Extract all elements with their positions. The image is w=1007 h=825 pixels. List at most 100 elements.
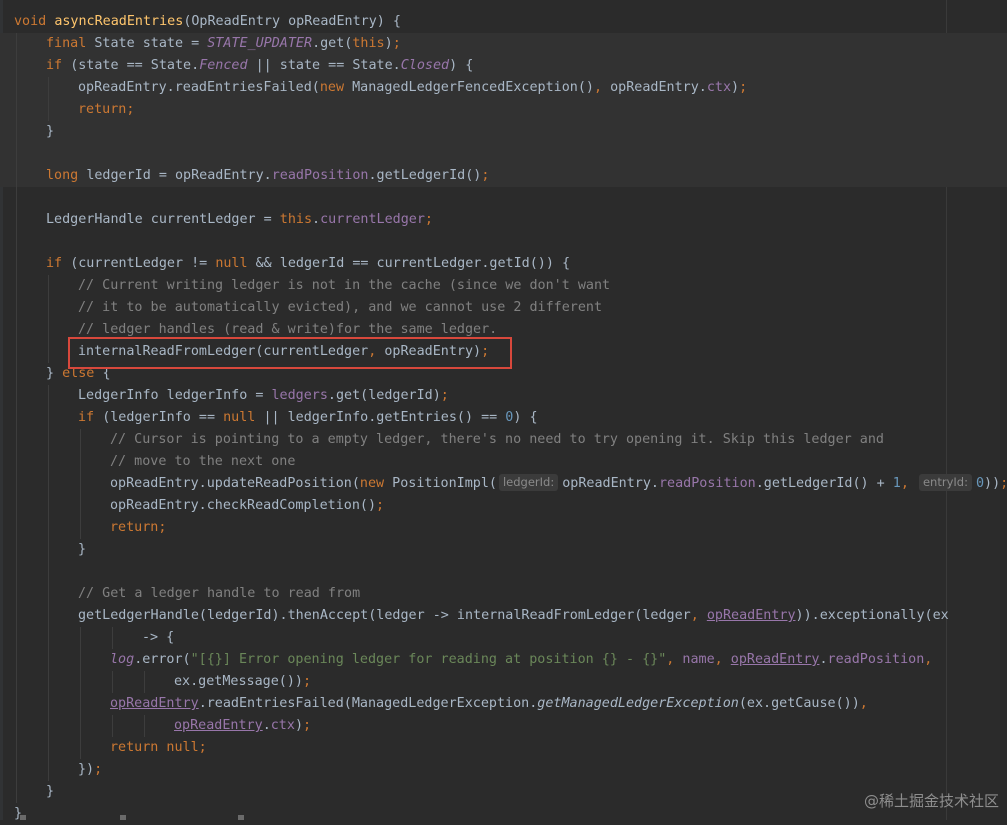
cutoff-glyph: [238, 815, 244, 820]
code-line[interactable]: return null;: [0, 737, 1007, 759]
indent-guide: [112, 671, 113, 693]
code-token: new: [319, 80, 353, 95]
code-line[interactable]: return;: [0, 99, 1007, 121]
indent-guide: [16, 77, 17, 99]
code-line[interactable]: // Get a ledger handle to read from: [0, 583, 1007, 605]
code-line[interactable]: final State state = STATE_UPDATER.get(th…: [0, 33, 1007, 55]
code-token: ctx: [270, 718, 295, 733]
code-line[interactable]: }: [0, 803, 1007, 825]
code-line[interactable]: opReadEntry.readEntriesFailed(new Manage…: [0, 77, 1007, 99]
code-text: LedgerHandle currentLedger = this.curren…: [46, 209, 433, 231]
indent-guide: [48, 451, 49, 473]
code-line[interactable]: // ledger handles (read & write)for the …: [0, 319, 1007, 341]
code-line[interactable]: [0, 187, 1007, 209]
code-token: .: [819, 652, 828, 667]
cutoff-glyph: [120, 815, 126, 820]
code-text: if (state == State.Fenced || state == St…: [46, 55, 473, 77]
code-line[interactable]: // move to the next one: [0, 451, 1007, 473]
code-line[interactable]: [0, 561, 1007, 583]
indent-guide: [16, 385, 17, 407]
code-token: return;: [78, 102, 135, 117]
indent-guide: [48, 297, 49, 319]
code-token: ;: [94, 762, 103, 777]
indent-guide: [48, 429, 49, 451]
code-line[interactable]: ex.getMessage());: [0, 671, 1007, 693]
code-token: (state == State.: [70, 58, 200, 73]
code-token: void: [14, 14, 55, 29]
code-line[interactable]: opReadEntry.checkReadCompletion();: [0, 495, 1007, 517]
code-token: new: [359, 476, 393, 491]
code-text: // ledger handles (read & write)for the …: [78, 319, 497, 341]
code-text: log.error("[{}] Error opening ledger for…: [110, 649, 932, 671]
indent-guide: [80, 671, 81, 693]
indent-guide: [48, 759, 49, 781]
indent-guide: [112, 715, 113, 737]
code-line[interactable]: LedgerInfo ledgerInfo = ledgers.get(ledg…: [0, 385, 1007, 407]
code-token: }: [78, 542, 87, 557]
code-text: void asyncReadEntries(OpReadEntry opRead…: [14, 11, 401, 33]
code-line[interactable]: void asyncReadEntries(OpReadEntry opRead…: [0, 11, 1007, 33]
indent-guide: [48, 737, 49, 759]
code-line[interactable]: LedgerHandle currentLedger = this.curren…: [0, 209, 1007, 231]
code-line[interactable]: }: [0, 781, 1007, 803]
code-line[interactable]: [0, 143, 1007, 165]
indent-guide: [16, 561, 17, 583]
code-line[interactable]: [0, 231, 1007, 253]
indent-guide: [16, 363, 17, 385]
parameter-hint: ledgerId:: [498, 474, 559, 491]
code-token: null: [223, 410, 264, 425]
code-token: || state == State.: [247, 58, 401, 73]
indent-guide: [16, 517, 17, 539]
indent-guide: [80, 627, 81, 649]
code-line[interactable]: // Current writing ledger is not in the …: [0, 275, 1007, 297]
code-token: }): [78, 762, 95, 777]
code-token: }: [46, 124, 55, 139]
indent-guide: [80, 737, 81, 759]
code-line[interactable]: } else {: [0, 363, 1007, 385]
code-token: ;: [481, 344, 490, 359]
code-token: ManagedLedgerFencedException(): [352, 80, 594, 95]
code-token: ;: [739, 80, 748, 95]
code-token: }: [46, 784, 55, 799]
code-text: getLedgerHandle(ledgerId).thenAccept(led…: [78, 605, 949, 627]
code-token: return;: [110, 520, 167, 535]
indent-guide: [16, 407, 17, 429]
code-line[interactable]: log.error("[{}] Error opening ledger for…: [0, 649, 1007, 671]
indent-guide: [80, 473, 81, 495]
code-line[interactable]: opReadEntry.updateReadPosition(new Posit…: [0, 473, 1007, 495]
code-line[interactable]: }: [0, 539, 1007, 561]
code-line[interactable]: if (ledgerInfo == null || ledgerInfo.get…: [0, 407, 1007, 429]
code-line[interactable]: getLedgerHandle(ledgerId).thenAccept(led…: [0, 605, 1007, 627]
code-line[interactable]: }: [0, 121, 1007, 143]
code-text: opReadEntry.ctx);: [174, 715, 311, 737]
code-line[interactable]: internalReadFromLedger(currentLedger, op…: [0, 341, 1007, 363]
code-token: .getLedgerId(): [368, 168, 482, 183]
indent-guide: [16, 605, 17, 627]
code-line[interactable]: if (currentLedger != null && ledgerId ==…: [0, 253, 1007, 275]
indent-guide: [16, 473, 17, 495]
code-token: opReadEntry.: [610, 80, 707, 95]
code-token: .get(: [312, 36, 353, 51]
code-token: opReadEntry: [174, 718, 263, 733]
code-line[interactable]: -> {: [0, 627, 1007, 649]
code-line[interactable]: long ledgerId = opReadEntry.readPosition…: [0, 165, 1007, 187]
code-token: readPosition: [658, 476, 756, 491]
code-line[interactable]: opReadEntry.ctx);: [0, 715, 1007, 737]
indent-guide: [16, 121, 17, 143]
indent-guide: [16, 781, 17, 803]
code-token: ;: [392, 36, 401, 51]
indent-guide: [80, 649, 81, 671]
code-line[interactable]: return;: [0, 517, 1007, 539]
code-token: opReadEntry.readEntriesFailed(: [78, 80, 320, 95]
code-line[interactable]: opReadEntry.readEntriesFailed(ManagedLed…: [0, 693, 1007, 715]
code-token: log: [110, 652, 135, 667]
code-token: LedgerHandle currentLedger =: [46, 212, 280, 227]
code-token: ex.getMessage()): [174, 674, 303, 689]
code-line[interactable]: if (state == State.Fenced || state == St…: [0, 55, 1007, 77]
indent-guide: [112, 627, 113, 649]
code-text: return null;: [110, 737, 207, 759]
code-line[interactable]: // it to be automatically evicted), and …: [0, 297, 1007, 319]
code-line[interactable]: // Cursor is pointing to a empty ledger,…: [0, 429, 1007, 451]
code-line[interactable]: });: [0, 759, 1007, 781]
code-editor[interactable]: void asyncReadEntries(OpReadEntry opRead…: [0, 0, 1007, 821]
